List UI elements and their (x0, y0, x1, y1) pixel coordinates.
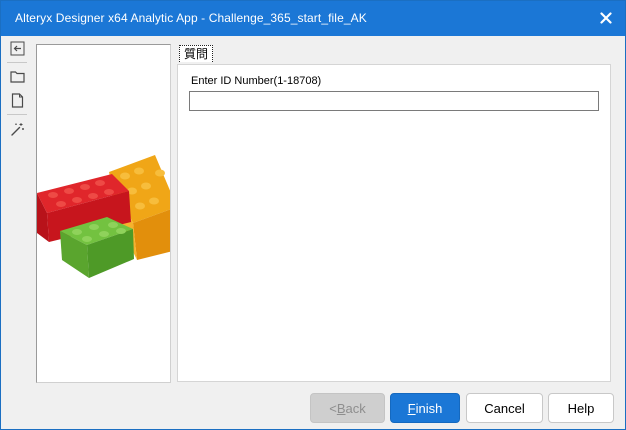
close-icon[interactable] (597, 9, 615, 27)
finish-button-rest: inish (415, 400, 443, 416)
sidebar-divider (7, 62, 27, 63)
window-title: Alteryx Designer x64 Analytic App - Chal… (15, 11, 367, 25)
back-button-rest: ack (345, 400, 366, 416)
finish-button[interactable]: Finish (390, 393, 460, 423)
sidebar (1, 36, 34, 429)
sidebar-divider (7, 114, 27, 115)
lego-image (36, 44, 171, 383)
back-button-mnemonic: B (336, 400, 346, 416)
title-bar[interactable]: Alteryx Designer x64 Analytic App - Chal… (1, 1, 625, 36)
back-button[interactable]: < Back (310, 393, 385, 423)
tab-question[interactable]: 質問 (179, 45, 214, 62)
magic-wand-icon[interactable] (9, 121, 26, 138)
help-button[interactable]: Help (548, 393, 614, 423)
document-icon[interactable] (9, 92, 26, 109)
folder-open-icon[interactable] (9, 68, 26, 85)
finish-button-mnemonic: F (407, 400, 416, 416)
cancel-button[interactable]: Cancel (466, 393, 543, 423)
analytic-app-window: Alteryx Designer x64 Analytic App - Chal… (0, 0, 626, 430)
back-button-prefix: < (329, 400, 337, 416)
id-number-label: Enter ID Number(1-18708) (191, 75, 322, 87)
back-arrow-icon[interactable] (9, 40, 26, 57)
question-panel: Enter ID Number(1-18708) (177, 64, 611, 382)
id-number-input[interactable] (189, 91, 599, 111)
